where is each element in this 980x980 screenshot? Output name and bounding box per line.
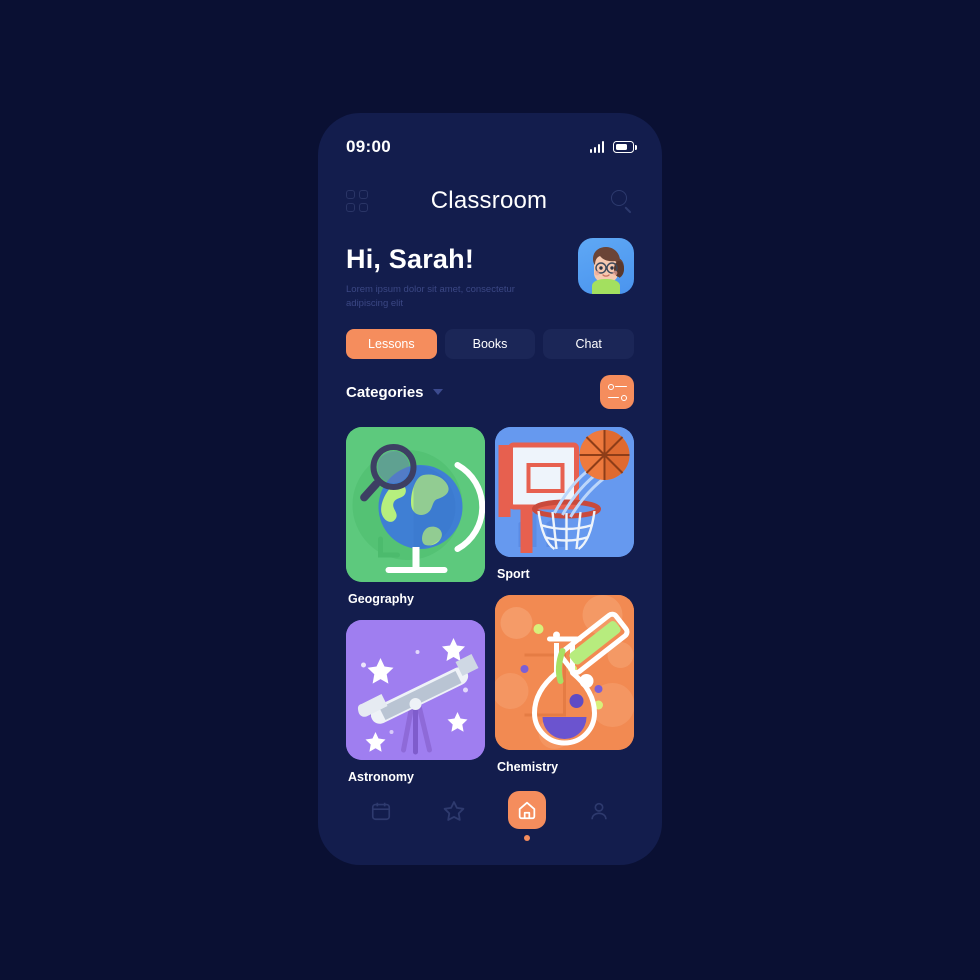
filter-sliders-icon-row2 xyxy=(607,394,627,401)
tab-books[interactable]: Books xyxy=(444,329,536,359)
category-card-chemistry[interactable] xyxy=(495,595,634,750)
active-indicator-dot xyxy=(523,835,530,841)
status-bar: 09:00 xyxy=(318,135,662,159)
calendar-icon xyxy=(371,802,390,821)
basketball-hoop-illustration xyxy=(495,427,634,557)
phone-frame: 09:00 Classroom Hi, Sarah! Lorem ipsum d… xyxy=(318,113,662,865)
nav-profile[interactable] xyxy=(579,791,619,831)
screen: 09:00 Classroom Hi, Sarah! Lorem ipsum d… xyxy=(0,0,980,980)
home-icon xyxy=(518,801,535,820)
chevron-down-icon[interactable] xyxy=(432,389,443,395)
tab-chat[interactable]: Chat xyxy=(543,329,635,359)
user-avatar-illustration xyxy=(592,247,624,294)
profile-icon xyxy=(591,802,607,820)
status-icons xyxy=(589,141,637,153)
categories-header: Categories xyxy=(346,375,634,409)
greeting-text: Hi, Sarah! Lorem ipsum dolor sit amet, c… xyxy=(346,238,521,311)
greeting-subtitle: Lorem ipsum dolor sit amet, consectetur … xyxy=(346,284,515,309)
filter-sliders-icon-row1 xyxy=(607,383,627,390)
category-label-sport: Sport xyxy=(497,567,530,581)
categories-title: Categories xyxy=(346,383,424,401)
signal-bars-icon xyxy=(589,141,604,153)
avatar[interactable] xyxy=(578,238,634,294)
flask-testtube-illustration xyxy=(495,595,634,750)
nav-favorites[interactable] xyxy=(434,791,474,831)
nav-calendar[interactable] xyxy=(361,791,401,831)
categories-grid: Geography Astronomy Sport Chemistry xyxy=(346,427,634,798)
filter-button[interactable] xyxy=(600,375,634,409)
nav-home[interactable] xyxy=(507,791,546,841)
page-title: Classroom xyxy=(430,187,548,214)
category-card-geography[interactable] xyxy=(346,427,485,582)
star-icon xyxy=(443,801,465,821)
category-label-chemistry: Chemistry xyxy=(497,760,559,774)
category-card-sport[interactable] xyxy=(495,427,634,557)
app-header: Classroom xyxy=(318,179,662,223)
categories-title-group[interactable]: Categories xyxy=(346,384,443,401)
status-time: 09:00 xyxy=(346,137,391,156)
bottom-navigation xyxy=(318,775,662,865)
category-label-geography: Geography xyxy=(348,592,414,606)
greeting-title: Hi, Sarah! xyxy=(346,244,475,274)
tab-lessons[interactable]: Lessons xyxy=(346,329,437,359)
categories-column-right: Sport Chemistry xyxy=(495,427,634,798)
search-icon[interactable] xyxy=(610,189,634,214)
grid-menu-icon[interactable] xyxy=(346,190,368,212)
telescope-stars-illustration xyxy=(346,620,485,760)
globe-magnifier-illustration xyxy=(346,427,485,582)
category-card-astronomy[interactable] xyxy=(346,620,485,760)
greeting-section: Hi, Sarah! Lorem ipsum dolor sit amet, c… xyxy=(346,238,634,311)
tab-bar: Lessons Books Chat xyxy=(346,329,635,359)
categories-column-left: Geography Astronomy xyxy=(346,427,485,798)
battery-icon xyxy=(613,141,637,153)
